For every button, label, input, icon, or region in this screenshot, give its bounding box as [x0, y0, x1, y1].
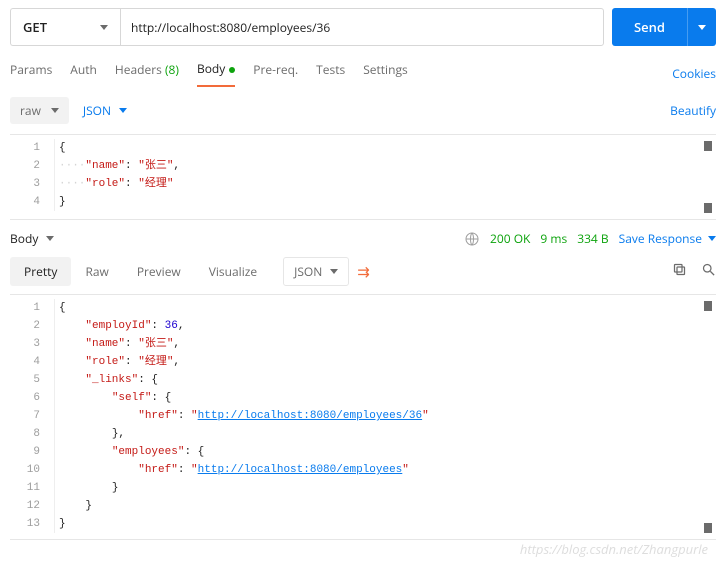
tab-tests[interactable]: Tests [316, 61, 345, 86]
response-size: 334 B [577, 230, 608, 247]
response-time: 9 ms [540, 230, 567, 247]
tab-pretty[interactable]: Pretty [10, 257, 71, 286]
chevron-down-icon [46, 236, 54, 241]
wrap-lines-toggle[interactable]: ⇉ [349, 258, 378, 286]
chevron-down-icon [100, 25, 108, 30]
tab-auth[interactable]: Auth [70, 61, 97, 86]
response-body-viewer[interactable]: 1{ 2 "employId": 36, 3 "name": "张三", 4 "… [10, 294, 716, 540]
scroll-marker [704, 301, 712, 311]
send-menu-button[interactable] [687, 8, 716, 46]
tab-headers[interactable]: Headers (8) [115, 61, 179, 86]
send-button-label: Send [612, 8, 687, 46]
beautify-link[interactable]: Beautify [670, 102, 716, 119]
chevron-down-icon [330, 269, 338, 274]
send-button[interactable]: Send [612, 8, 716, 46]
chevron-down-icon [119, 108, 127, 113]
save-response-menu[interactable]: Save Response [619, 230, 716, 247]
headers-count: (8) [165, 61, 179, 78]
tab-preview[interactable]: Preview [123, 257, 195, 286]
globe-icon[interactable] [464, 231, 480, 247]
search-icon[interactable] [701, 262, 716, 281]
scroll-marker [704, 203, 712, 213]
body-lang-select[interactable]: JSON [83, 102, 127, 119]
copy-icon[interactable] [672, 262, 687, 281]
cookies-link[interactable]: Cookies [672, 65, 716, 82]
tab-body[interactable]: Body [197, 60, 235, 87]
status-code: 200 OK [490, 230, 530, 247]
tab-settings[interactable]: Settings [363, 61, 408, 86]
chevron-down-icon [708, 236, 716, 241]
tab-raw[interactable]: Raw [71, 257, 122, 286]
response-meta-bar: Body 200 OK 9 ms 334 B Save Response [10, 230, 716, 247]
tab-prereq[interactable]: Pre-req. [253, 61, 298, 86]
response-view-tabs: Pretty Raw Preview Visualize JSON ⇉ [10, 257, 716, 286]
http-method-select[interactable]: GET [10, 8, 120, 46]
body-raw-select[interactable]: raw [10, 97, 69, 124]
response-lang-select[interactable]: JSON [283, 257, 349, 286]
request-bar: GET http://localhost:8080/employees/36 S… [10, 8, 716, 46]
request-tabs: Params Auth Headers (8) Body Pre-req. Te… [10, 60, 716, 87]
chevron-down-icon [51, 108, 59, 113]
chevron-down-icon [698, 25, 706, 30]
scroll-marker [704, 141, 712, 151]
tab-params[interactable]: Params [10, 61, 52, 86]
http-method-value: GET [23, 18, 47, 36]
unsaved-dot-icon [229, 67, 235, 73]
body-type-bar: raw JSON Beautify [10, 97, 716, 124]
url-input[interactable]: http://localhost:8080/employees/36 [120, 8, 604, 46]
response-body-select[interactable]: Body [10, 230, 54, 247]
request-body-editor[interactable]: 1{ 2····"name": "张三", 3····"role": "经理" … [10, 134, 716, 220]
tab-visualize[interactable]: Visualize [195, 257, 271, 286]
scroll-marker [704, 523, 712, 533]
